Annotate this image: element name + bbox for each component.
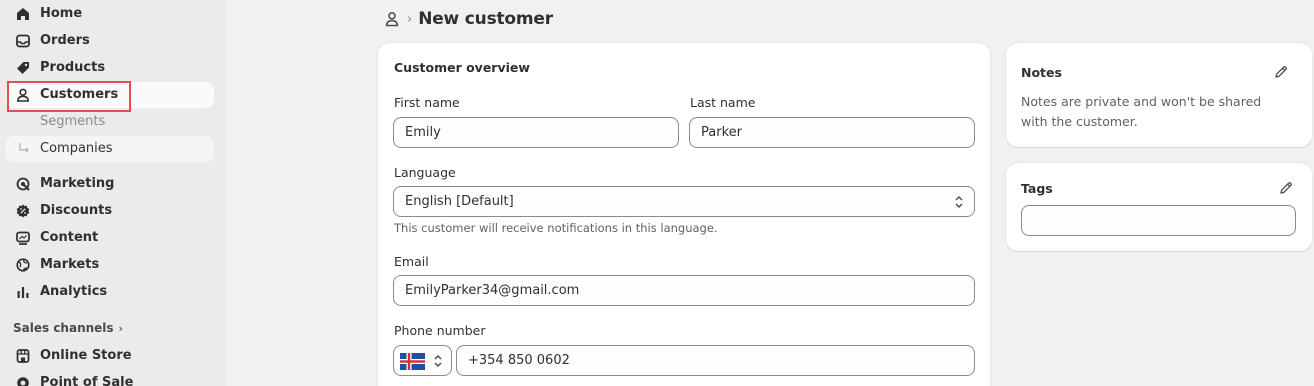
last-name-label: Last name [690, 95, 756, 110]
email-label: Email [394, 254, 429, 269]
last-name-input[interactable]: Parker [689, 117, 975, 148]
sales-channels-header[interactable]: Sales channels › [13, 321, 123, 335]
tags-card: Tags [1006, 163, 1312, 251]
sidebar-item-label: Orders [40, 33, 90, 48]
pos-icon [17, 377, 29, 386]
person-icon[interactable] [384, 11, 400, 27]
inbox-icon [16, 34, 30, 48]
sidebar-item-products[interactable]: Products [6, 55, 214, 81]
phone-input[interactable]: +354 850 0602 [456, 345, 975, 376]
sidebar-item-label: Marketing [40, 176, 115, 191]
sidebar: Home Orders Products Customers Segments … [0, 0, 226, 386]
customer-overview-card: Customer overview First name Emily Last … [378, 43, 990, 386]
first-name-label: First name [394, 95, 460, 110]
sidebar-item-analytics[interactable]: Analytics [6, 279, 214, 305]
pencil-icon[interactable] [1274, 65, 1288, 79]
sidebar-item-label: Analytics [40, 284, 108, 299]
iceland-flag-icon [400, 353, 425, 370]
sidebar-item-point-of-sale[interactable]: Point of Sale [6, 370, 214, 386]
sidebar-item-content[interactable]: Content [6, 225, 214, 251]
country-code-select[interactable] [393, 345, 452, 376]
sidebar-item-label: Customers [40, 87, 119, 102]
sub-arrow-icon [19, 143, 29, 153]
sidebar-item-label: Content [40, 230, 99, 245]
notes-text: Notes are private and won't be shared wi… [1021, 94, 1262, 129]
tags-input[interactable] [1021, 205, 1296, 236]
language-select[interactable]: English [Default] [393, 186, 975, 217]
language-label: Language [394, 165, 456, 180]
globe-icon [16, 258, 30, 272]
page-title: New customer [418, 9, 553, 29]
sidebar-item-label: Products [40, 60, 106, 75]
select-arrows-icon [434, 355, 442, 367]
sidebar-item-online-store[interactable]: Online Store [6, 343, 214, 369]
sales-channels-label: Sales channels [13, 321, 114, 335]
breadcrumb-separator: › [407, 11, 413, 27]
notes-title: Notes [1021, 65, 1062, 80]
sidebar-item-home[interactable]: Home [6, 1, 214, 27]
bar-chart-icon [17, 287, 29, 298]
sidebar-item-label: Discounts [40, 203, 113, 218]
sidebar-item-label: Online Store [40, 348, 132, 363]
card-title: Customer overview [394, 60, 530, 75]
pencil-icon[interactable] [1279, 181, 1293, 195]
language-select-value: English [Default] [405, 194, 514, 209]
sidebar-item-label: Companies [40, 141, 113, 156]
tags-title: Tags [1021, 181, 1053, 196]
discount-icon [16, 204, 30, 218]
sidebar-item-orders[interactable]: Orders [6, 28, 214, 54]
breadcrumb: › New customer [384, 6, 553, 32]
person-icon [16, 88, 30, 102]
sidebar-item-label: Home [40, 6, 83, 21]
phone-label: Phone number [394, 323, 486, 338]
email-input[interactable]: EmilyParker34@gmail.com [393, 275, 975, 306]
sidebar-item-label: Point of Sale [40, 375, 134, 386]
store-icon [16, 349, 30, 363]
language-help-text: This customer will receive notifications… [394, 221, 718, 235]
notes-card: Notes Notes are private and won't be sha… [1006, 43, 1312, 147]
sidebar-item-markets[interactable]: Markets [6, 252, 214, 278]
sidebar-item-label: Markets [40, 257, 100, 272]
chevron-right-icon: › [118, 321, 124, 335]
target-icon [16, 177, 30, 191]
sidebar-item-marketing[interactable]: Marketing [6, 171, 214, 197]
home-icon [17, 8, 29, 20]
tag-icon [17, 62, 29, 74]
content-icon [16, 231, 30, 245]
sidebar-item-companies[interactable]: Companies [6, 136, 214, 162]
first-name-input[interactable]: Emily [393, 117, 679, 148]
select-arrows-icon [955, 196, 963, 208]
sidebar-item-label: Segments [40, 114, 106, 129]
sidebar-item-customers[interactable]: Customers [6, 82, 214, 108]
sidebar-item-discounts[interactable]: Discounts [6, 198, 214, 224]
sidebar-item-segments[interactable]: Segments [6, 109, 214, 135]
